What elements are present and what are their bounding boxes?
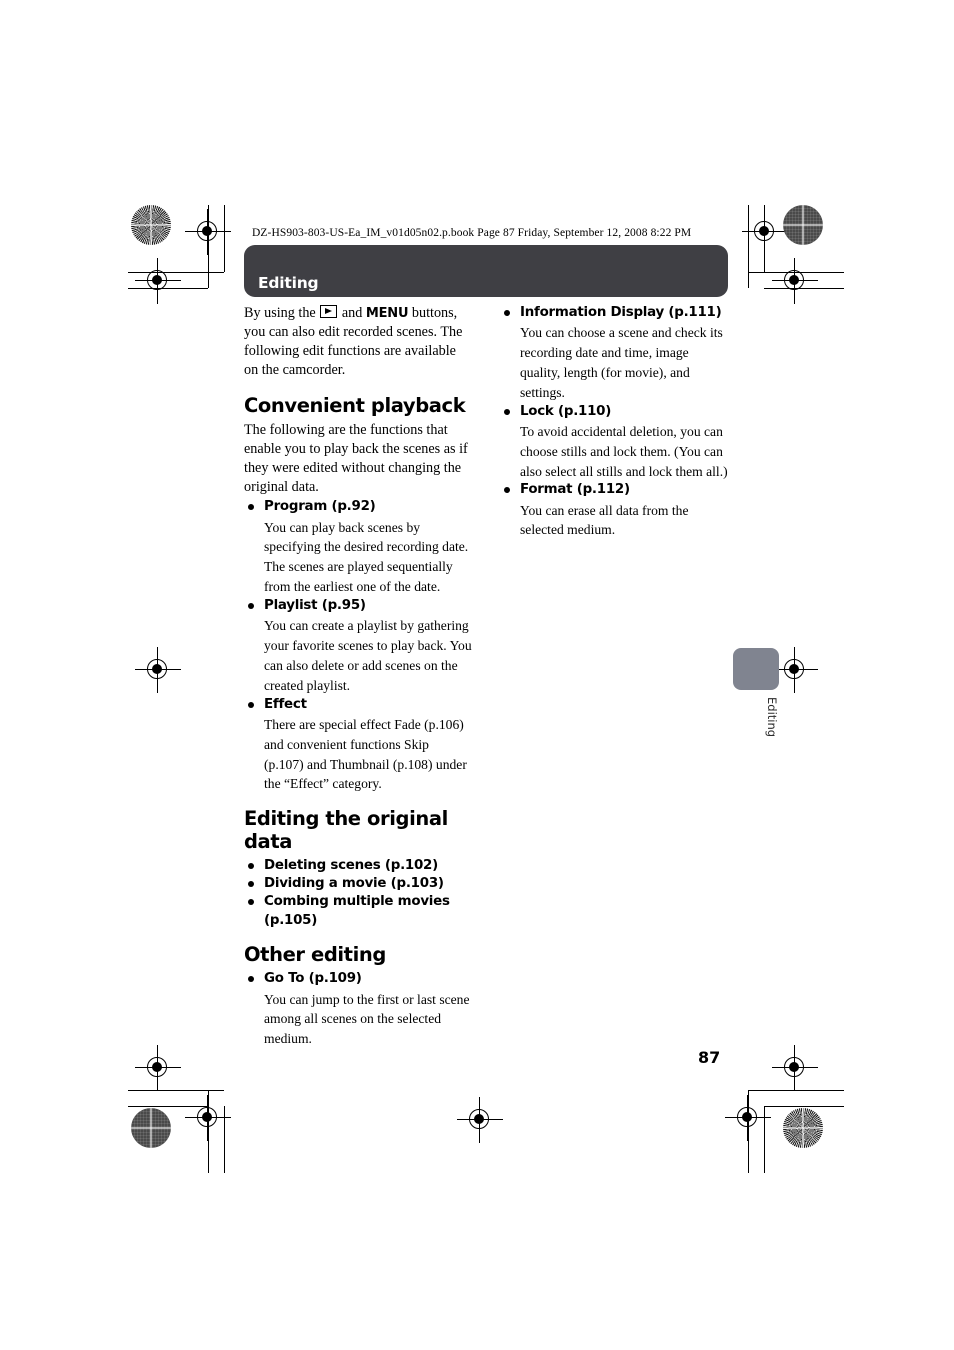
bullet-title: Deleting scenes (p.102) xyxy=(264,858,438,874)
registration-mark xyxy=(185,1095,231,1141)
bullet-list-other-functions: Information Display (p.111) You can choo… xyxy=(500,304,728,540)
bullet-point-icon xyxy=(248,701,254,708)
crop-mark xyxy=(748,1090,844,1091)
bullet-title: Format (p.112) xyxy=(520,482,630,498)
bullet-title: Program (p.92) xyxy=(264,499,376,515)
bullet-point-icon xyxy=(248,603,254,610)
crop-mark xyxy=(764,1106,765,1173)
crop-mark xyxy=(128,1090,224,1091)
registration-mark-center xyxy=(457,1097,503,1143)
list-item: Information Display (p.111) You can choo… xyxy=(500,304,728,403)
list-item: Lock (p.110) To avoid accidental deletio… xyxy=(500,403,728,482)
bullet-title: Go To (p.109) xyxy=(264,971,362,987)
list-item: Program (p.92) You can play back scenes … xyxy=(244,498,472,597)
chapter-thumb-tab xyxy=(733,648,779,690)
section-header-bar: Editing xyxy=(244,245,728,297)
heading-convenient-playback: Convenient playback xyxy=(244,393,466,417)
two-column-body: By using the and MENU buttons, you can a… xyxy=(244,304,728,1049)
list-item: Effect There are special effect Fade (p.… xyxy=(244,696,472,795)
bullet-title: Playlist (p.95) xyxy=(264,598,366,614)
play-button-icon xyxy=(320,305,338,318)
density-target-icon xyxy=(783,205,823,245)
crop-mark xyxy=(208,1090,209,1173)
bullet-title: Combing multiple movies (p.105) xyxy=(264,894,450,928)
intro-before-icon: By using the xyxy=(244,305,316,321)
registration-mark xyxy=(725,1095,771,1141)
registration-mark xyxy=(772,258,818,304)
bullet-point-icon xyxy=(248,976,254,983)
left-column: By using the and MENU buttons, you can a… xyxy=(244,304,472,1049)
section-intro-convenient-playback: The following are the functions that ena… xyxy=(244,421,468,495)
section-title: Editing xyxy=(258,274,319,292)
print-header-line: DZ-HS903-803-US-Ea_IM_v01d05n02.p.book P… xyxy=(252,227,692,239)
bullet-description: You can choose a scene and check its rec… xyxy=(520,325,723,400)
bullet-point-icon xyxy=(248,863,254,870)
crop-mark xyxy=(764,1106,844,1107)
density-target-icon xyxy=(131,1108,171,1148)
crop-mark xyxy=(208,205,209,288)
heading-editing-original-data: Editing the original data xyxy=(244,807,448,853)
density-target-icon xyxy=(131,205,171,245)
list-item: Combing multiple movies (p.105) xyxy=(244,893,472,929)
bullet-list-other-editing: Go To (p.109) You can jump to the first … xyxy=(244,970,472,1049)
list-item: Dividing a movie (p.103) xyxy=(244,875,472,893)
intro-paragraph: By using the and MENU buttons, you can a… xyxy=(244,304,472,380)
bullet-title: Lock (p.110) xyxy=(520,403,612,419)
chapter-thumb-tab-label: Editing xyxy=(765,697,779,738)
bullet-title: Effect xyxy=(264,696,307,712)
bullet-list-convenient-playback: Program (p.92) You can play back scenes … xyxy=(244,498,472,794)
bullet-description: To avoid accidental deletion, you can ch… xyxy=(520,423,728,479)
crop-mark xyxy=(128,288,208,289)
list-item: Go To (p.109) You can jump to the first … xyxy=(244,970,472,1049)
bullet-description: There are special effect Fade (p.106) an… xyxy=(264,716,467,792)
intro-and: and xyxy=(341,305,363,321)
list-item: Deleting scenes (p.102) xyxy=(244,857,472,875)
crop-mark xyxy=(224,205,225,272)
crop-mark xyxy=(748,205,749,288)
registration-mark xyxy=(772,1045,818,1091)
bullet-point-icon xyxy=(248,504,254,511)
bullet-description: You can jump to the first or last scene … xyxy=(264,991,470,1047)
crop-mark xyxy=(224,1106,225,1173)
crop-mark xyxy=(764,205,765,272)
bullet-description: You can play back scenes by specifying t… xyxy=(264,519,469,595)
bullet-description: You can create a playlist by gathering y… xyxy=(264,618,472,693)
list-item: Format (p.112) You can erase all data fr… xyxy=(500,481,728,540)
menu-button-label: MENU xyxy=(365,306,409,321)
registration-mark xyxy=(135,258,181,304)
registration-mark xyxy=(135,1045,181,1091)
bullet-description: You can erase all data from the selected… xyxy=(520,502,689,538)
heading-other-editing: Other editing xyxy=(244,942,386,966)
crop-mark xyxy=(748,1090,749,1173)
list-item: Playlist (p.95) You can create a playlis… xyxy=(244,597,472,696)
page-number: 87 xyxy=(698,1048,721,1067)
registration-mark xyxy=(742,209,788,255)
page-content: Editing By using the and MENU buttons, y… xyxy=(244,245,728,1049)
crop-mark xyxy=(764,288,844,289)
bullet-point-icon xyxy=(504,487,510,494)
bullet-list-editing-original-data: Deleting scenes (p.102) Dividing a movie… xyxy=(244,857,472,930)
density-target-icon xyxy=(783,1108,823,1148)
crop-mark xyxy=(128,272,224,273)
bullet-point-icon xyxy=(248,899,254,906)
bullet-point-icon xyxy=(248,881,254,888)
bullet-title: Information Display (p.111) xyxy=(520,305,722,320)
crop-mark xyxy=(128,1106,208,1107)
registration-mark xyxy=(135,647,181,693)
right-column: Information Display (p.111) You can choo… xyxy=(500,304,728,540)
bullet-point-icon xyxy=(504,310,510,316)
crop-mark xyxy=(748,272,844,273)
bullet-title: Dividing a movie (p.103) xyxy=(264,876,444,892)
bullet-point-icon xyxy=(504,408,510,415)
registration-mark xyxy=(185,209,231,255)
